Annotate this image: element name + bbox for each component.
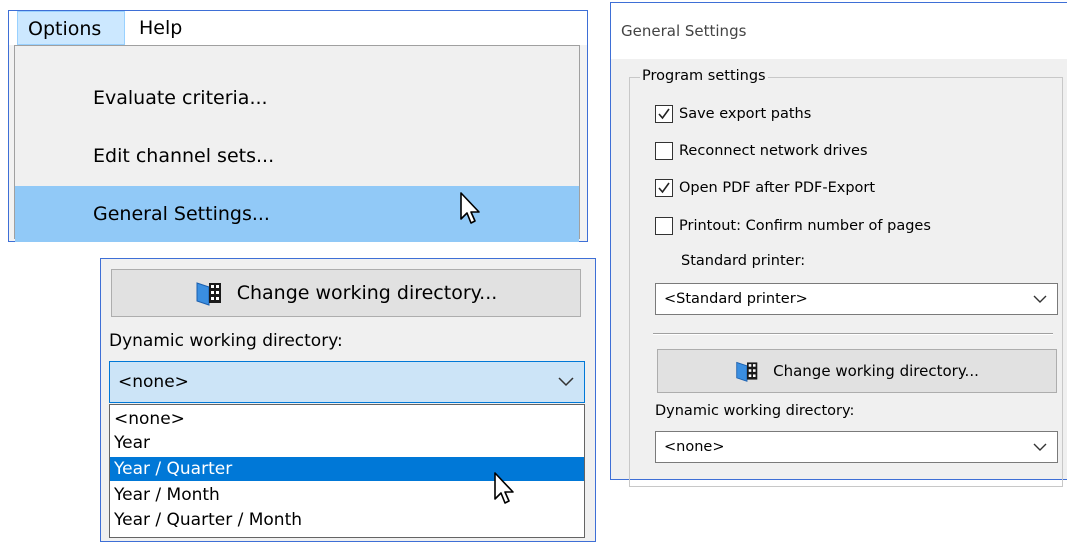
chevron-down-icon xyxy=(1033,443,1047,451)
film-folder-icon xyxy=(736,361,758,382)
checkbox-label: Printout: Confirm number of pages xyxy=(679,218,931,234)
option-year-quarter-month[interactable]: Year / Quarter / Month xyxy=(110,509,584,531)
general-settings-dialog: General Settings Program settings Save e… xyxy=(610,2,1067,487)
options-dropdown-menu: Evaluate criteria... Edit channel sets..… xyxy=(14,45,580,242)
menu-item-evaluate-criteria[interactable]: Evaluate criteria... xyxy=(15,70,579,126)
combo-value: <none> xyxy=(664,439,725,455)
menubar-help[interactable]: Help xyxy=(129,11,192,45)
program-settings-group: Program settings xyxy=(629,68,1063,487)
checkbox-reconnect-network-drives[interactable]: Reconnect network drives xyxy=(655,140,868,162)
working-directory-panel: Change working directory... Dynamic work… xyxy=(100,258,596,542)
change-working-directory-button[interactable]: Change working directory... xyxy=(657,349,1057,393)
checkbox-open-pdf-after-export[interactable]: Open PDF after PDF-Export xyxy=(655,177,875,199)
option-none[interactable]: <none> xyxy=(110,408,584,430)
menubar: Options Help xyxy=(9,11,587,45)
menu-item-general-settings[interactable]: General Settings... xyxy=(15,186,579,242)
film-folder-icon xyxy=(196,282,221,306)
dynamic-working-directory-label: Dynamic working directory: xyxy=(109,331,343,351)
menubar-options[interactable]: Options xyxy=(17,11,125,45)
standard-printer-combo[interactable]: <Standard printer> xyxy=(655,283,1058,315)
group-title: Program settings xyxy=(640,68,768,84)
combo-value: <none> xyxy=(118,372,189,392)
checkbox-label: Reconnect network drives xyxy=(679,143,868,159)
dynamic-working-directory-combo[interactable]: <none> xyxy=(655,431,1058,463)
checkmark-icon xyxy=(658,108,670,120)
checkbox-confirm-number-of-pages[interactable]: Printout: Confirm number of pages xyxy=(655,215,931,237)
chevron-down-icon xyxy=(1033,295,1047,303)
checkmark-icon xyxy=(658,182,670,194)
checkbox-label: Open PDF after PDF-Export xyxy=(679,180,876,196)
dynamic-working-directory-combo[interactable]: <none> xyxy=(109,361,585,403)
checkbox-box[interactable] xyxy=(655,105,673,123)
chevron-down-icon xyxy=(558,377,574,387)
options-menu-panel: Options Help Evaluate criteria... Edit c… xyxy=(8,10,588,242)
dynamic-working-directory-label: Dynamic working directory: xyxy=(655,403,855,419)
checkbox-box[interactable] xyxy=(655,217,673,235)
change-working-directory-label: Change working directory... xyxy=(236,282,498,304)
checkbox-save-export-paths[interactable]: Save export paths xyxy=(655,103,811,125)
printer-combo-value: <Standard printer> xyxy=(664,291,808,307)
separator xyxy=(653,333,1053,335)
mouse-cursor-icon xyxy=(494,472,514,504)
dialog-title: General Settings xyxy=(611,3,1067,59)
standard-printer-label: Standard printer: xyxy=(681,253,806,269)
menu-item-edit-channel-sets[interactable]: Edit channel sets... xyxy=(15,128,579,184)
checkbox-box[interactable] xyxy=(655,142,673,160)
change-working-directory-button[interactable]: Change working directory... xyxy=(111,269,581,317)
checkbox-box[interactable] xyxy=(655,179,673,197)
checkbox-label: Save export paths xyxy=(679,106,812,122)
option-year[interactable]: Year xyxy=(110,432,584,454)
change-working-directory-label: Change working directory... xyxy=(773,362,979,380)
mouse-cursor-icon xyxy=(460,192,480,224)
